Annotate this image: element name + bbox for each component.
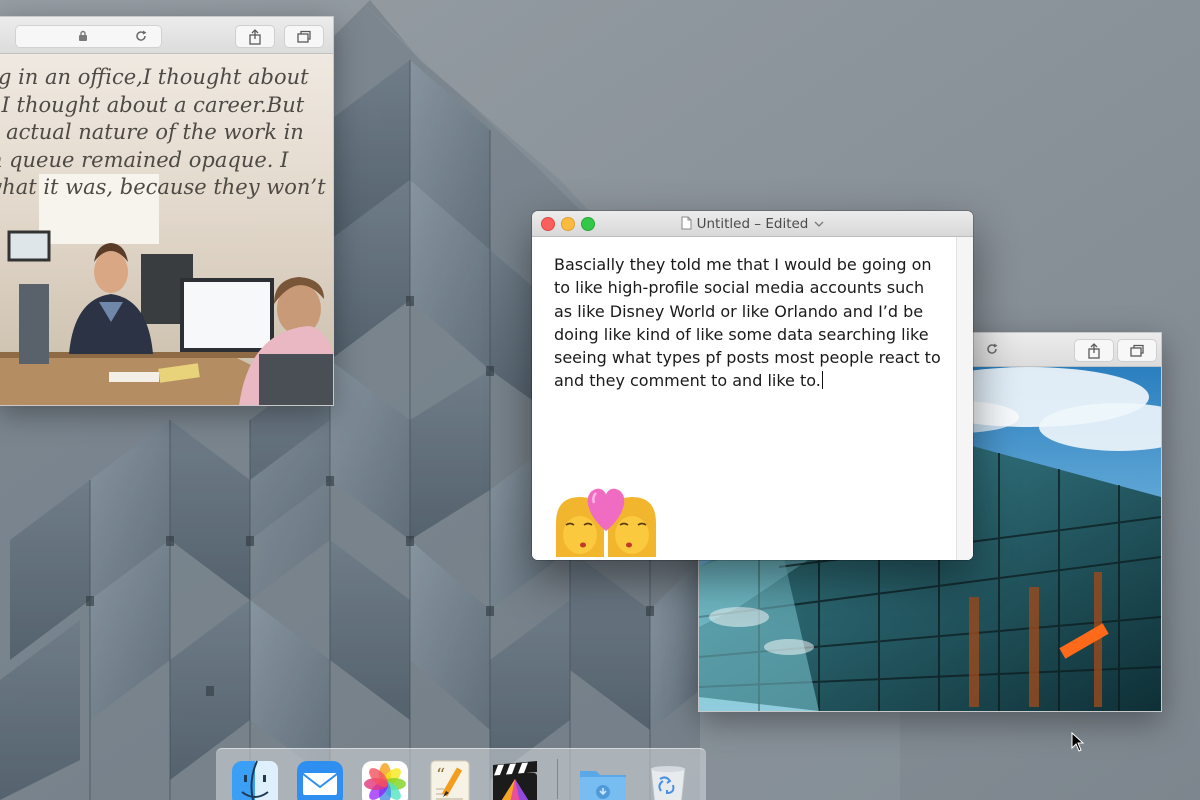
pages-icon[interactable]: “ bbox=[425, 759, 475, 800]
tabs-overview-button[interactable] bbox=[1117, 339, 1157, 362]
title-bar[interactable]: Untitled – Edited bbox=[532, 211, 973, 237]
photos-icon[interactable] bbox=[360, 759, 410, 800]
article-line: king in an office,I thought about bbox=[0, 65, 309, 89]
share-icon bbox=[1088, 342, 1100, 359]
mouse-pointer-icon bbox=[1071, 732, 1085, 752]
article-text: king in an office,I thought about es. I … bbox=[0, 64, 333, 202]
safari-toolbar bbox=[0, 17, 333, 54]
final-cut-pro-icon[interactable] bbox=[490, 759, 540, 800]
safari-window-article[interactable]: king in an office,I thought about es. I … bbox=[0, 16, 334, 406]
desktop: king in an office,I thought about es. I … bbox=[0, 0, 1200, 800]
dock: “ bbox=[216, 748, 706, 800]
window-title[interactable]: Untitled – Edited bbox=[532, 216, 973, 232]
svg-text:“: “ bbox=[436, 765, 445, 786]
text-cursor bbox=[821, 371, 823, 390]
finder-icon[interactable] bbox=[230, 759, 280, 800]
document-body[interactable]: Bascially they told me that I would be g… bbox=[532, 237, 973, 560]
article-line: ism queue remained opaque. I bbox=[0, 147, 289, 172]
textedit-window[interactable]: Untitled – Edited Bascially they told me… bbox=[532, 211, 973, 560]
share-button[interactable] bbox=[235, 25, 275, 48]
document-icon bbox=[681, 216, 692, 230]
reload-icon[interactable] bbox=[985, 342, 999, 356]
chevron-down-icon[interactable] bbox=[814, 221, 824, 227]
dock-separator bbox=[557, 759, 558, 799]
address-bar[interactable] bbox=[15, 25, 162, 48]
article-line: es. I thought about a career.But bbox=[0, 92, 305, 117]
tabs-overview-icon bbox=[1130, 344, 1144, 357]
kiss-woman-woman-emoji bbox=[556, 488, 656, 557]
mail-icon[interactable] bbox=[295, 759, 345, 800]
document-text[interactable]: Bascially they told me that I would be g… bbox=[554, 253, 946, 393]
share-button[interactable] bbox=[1074, 339, 1114, 362]
window-title-text: Untitled – Edited bbox=[696, 216, 809, 232]
article-content: king in an office,I thought about es. I … bbox=[0, 54, 333, 405]
tabs-overview-button[interactable] bbox=[284, 25, 324, 48]
lock-icon bbox=[79, 30, 87, 41]
document-paragraph[interactable]: Bascially they told me that I would be g… bbox=[554, 255, 941, 390]
article-line: a what it was, because they won’t bbox=[0, 175, 326, 199]
vertical-scrollbar[interactable] bbox=[956, 237, 973, 560]
downloads-folder-icon[interactable] bbox=[578, 759, 628, 800]
share-icon bbox=[249, 28, 261, 45]
reload-icon[interactable] bbox=[134, 29, 148, 43]
tabs-overview-icon bbox=[297, 30, 311, 43]
article-line: the actual nature of the work in bbox=[0, 120, 304, 144]
trash-icon[interactable] bbox=[643, 759, 693, 800]
